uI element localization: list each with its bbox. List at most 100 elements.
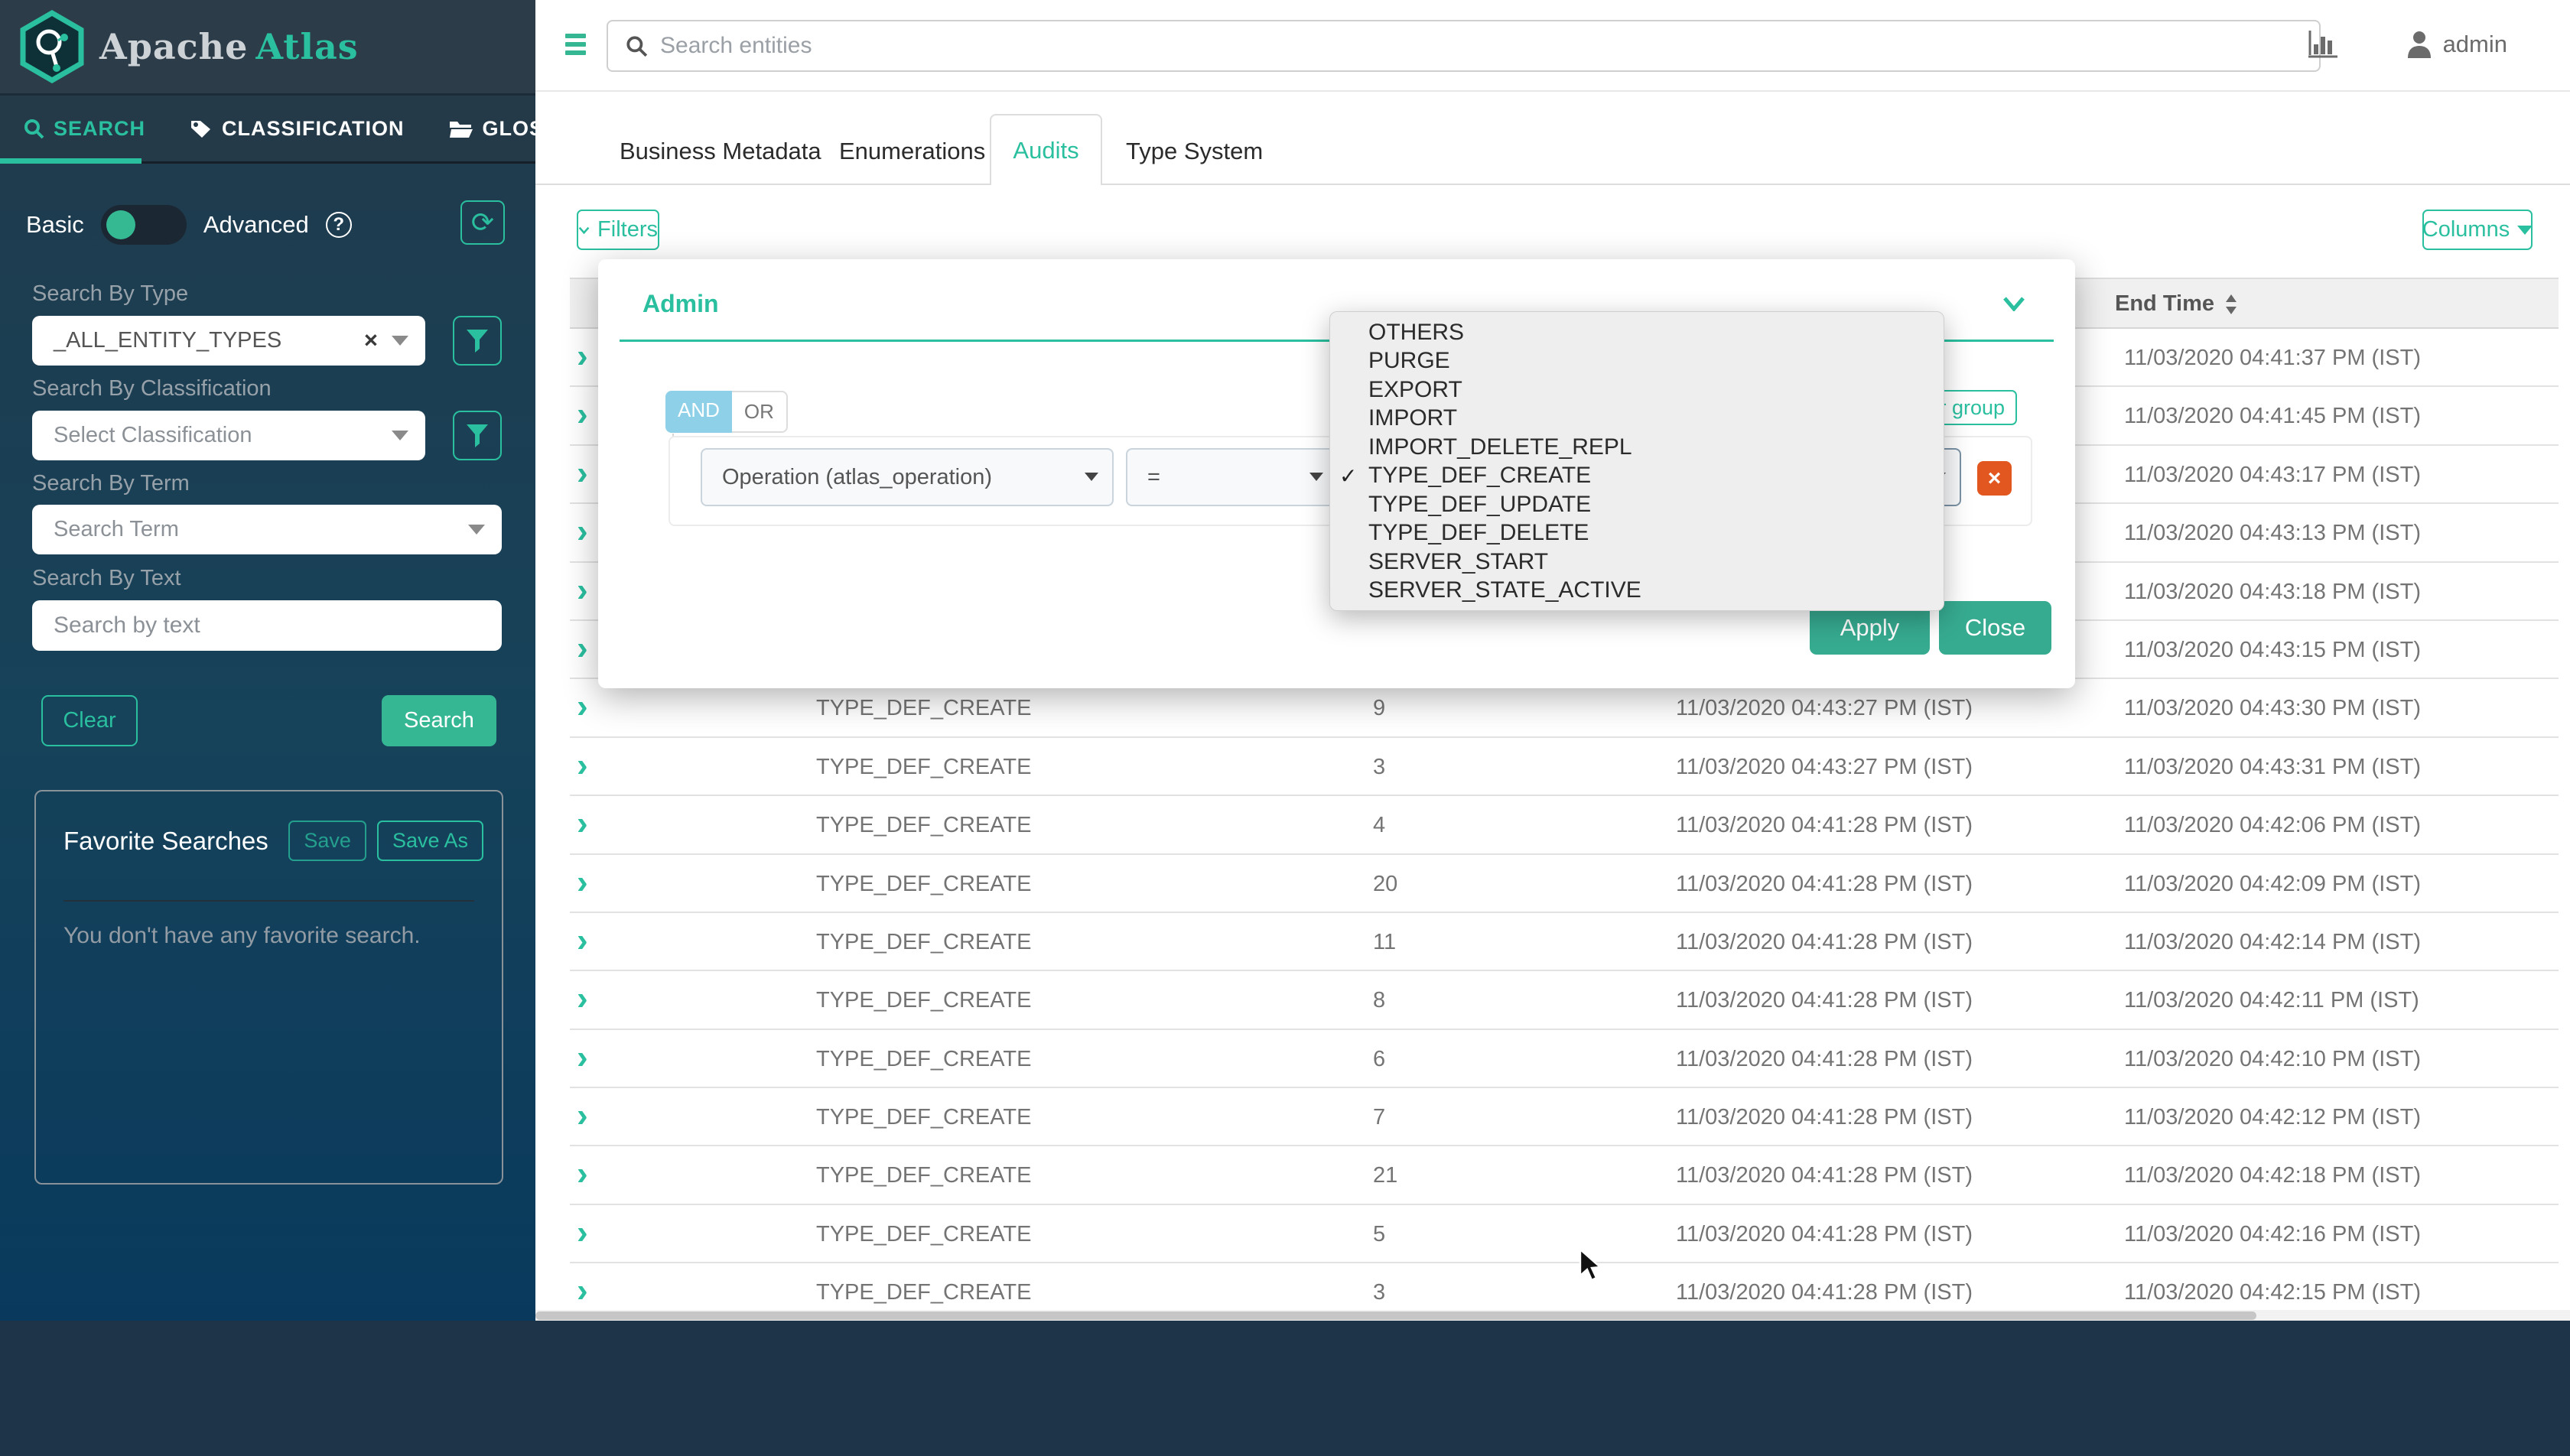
dropdown-option[interactable]: EXPORT	[1330, 375, 1944, 405]
table-row: › TYPE_DEF_CREATE 20 11/03/2020 04:41:28 PM…	[570, 854, 2559, 913]
table-row: › TYPE_DEF_CREATE 6 11/03/2020 04:41:28 PM …	[570, 1029, 2559, 1089]
expand-row-icon[interactable]: ›	[577, 398, 588, 431]
remove-filter-button[interactable]: ×	[1977, 461, 2012, 496]
sidebar-tab-glossary-label: GLOSSARY	[482, 116, 604, 140]
table-row: › TYPE_DEF_CREATE 8 11/03/2020 04:41:28 PM …	[570, 971, 2559, 1030]
search-by-type-select[interactable]: _ALL_ENTITY_TYPES ×	[32, 316, 425, 366]
logo-text: Apache Atlas	[99, 26, 359, 67]
expand-row-icon[interactable]: ›	[577, 631, 588, 665]
expand-row-icon[interactable]: ›	[577, 1215, 588, 1250]
dropdown-option[interactable]: IMPORT	[1330, 405, 1944, 434]
count-cell: 7	[1373, 1105, 1386, 1130]
search-icon	[24, 119, 44, 139]
scrollbar-thumb[interactable]	[535, 1311, 2256, 1320]
end-time-cell: 11/03/2020 04:42:15 PM (IST)	[2124, 1280, 2421, 1305]
user-icon	[2407, 31, 2431, 58]
classification-attribute-filter-button[interactable]	[453, 411, 502, 460]
operation-cell: TYPE_DEF_CREATE	[816, 1221, 1032, 1246]
operation-cell: TYPE_DEF_CREATE	[816, 754, 1032, 779]
tab-audits[interactable]: Audits	[990, 114, 1102, 185]
attribute-select-value: Operation (atlas_operation)	[722, 464, 993, 489]
dropdown-option[interactable]: TYPE_DEF_UPDATE	[1330, 490, 1944, 519]
expand-row-icon[interactable]: ›	[577, 690, 588, 723]
dropdown-option[interactable]: IMPORT_DELETE_REPL	[1330, 433, 1944, 462]
dropdown-option[interactable]: PURGE	[1330, 347, 1944, 376]
checkmark-icon: ✓	[1339, 463, 1358, 488]
dropdown-option[interactable]: SERVER_STATE_ACTIVE	[1330, 577, 1944, 606]
clear-type-icon[interactable]: ×	[364, 327, 378, 354]
basic-advanced-toggle[interactable]	[100, 205, 187, 245]
count-cell: 9	[1373, 696, 1386, 721]
dropdown-option[interactable]: TYPE_DEF_DELETE	[1330, 519, 1944, 548]
expand-row-icon[interactable]: ›	[577, 573, 588, 607]
search-mode-toggle-row: Basic Advanced ?	[26, 205, 352, 245]
tab-enumerations[interactable]: Enumerations	[839, 138, 985, 165]
end-time-cell: 11/03/2020 04:43:13 PM (IST)	[2124, 521, 2421, 546]
page-footer	[0, 1321, 2570, 1456]
expand-row-icon[interactable]: ›	[577, 748, 588, 782]
favorites-empty-text: You don't have any favorite search.	[63, 923, 421, 948]
save-button[interactable]: Save	[288, 821, 366, 861]
expand-row-icon[interactable]: ›	[577, 1157, 588, 1191]
operator-select[interactable]: =	[1126, 448, 1339, 506]
logo[interactable]: Apache Atlas	[0, 0, 535, 93]
triangle-down-icon	[2517, 225, 2533, 235]
start-time-cell: 11/03/2020 04:41:28 PM (IST)	[1676, 1163, 1973, 1188]
refresh-button[interactable]: ⟳	[460, 200, 505, 245]
operation-cell: TYPE_DEF_CREATE	[816, 1280, 1032, 1305]
dropdown-option[interactable]: SERVER_START	[1330, 548, 1944, 577]
close-button[interactable]: Close	[1939, 601, 2051, 655]
save-as-button[interactable]: Save As	[376, 821, 483, 861]
columns-button[interactable]: Columns	[2422, 210, 2533, 250]
or-button[interactable]: OR	[731, 391, 788, 433]
tab-business-metadata[interactable]: Business Metadata	[620, 138, 821, 165]
help-icon[interactable]: ?	[325, 212, 352, 238]
sidebar-tab-glossary[interactable]: GLOSSARY	[426, 96, 604, 161]
count-cell: 8	[1373, 988, 1386, 1013]
sidebar-tab-search[interactable]: SEARCH	[0, 96, 145, 164]
search-button[interactable]: Search	[382, 695, 496, 746]
end-time-cell: 11/03/2020 04:43:17 PM (IST)	[2124, 462, 2421, 487]
expand-row-icon[interactable]: ›	[577, 923, 588, 957]
app-root: Business Metadata Enumerations Audits Ty…	[0, 0, 2570, 1456]
end-time-cell: 11/03/2020 04:43:31 PM (IST)	[2124, 754, 2421, 779]
search-by-term-select[interactable]: Search Term	[32, 505, 502, 554]
sidebar-tab-classification[interactable]: CLASSIFICATION	[167, 96, 405, 161]
type-attribute-filter-button[interactable]	[453, 316, 502, 366]
search-by-classification-select[interactable]: Select Classification	[32, 411, 425, 460]
expand-row-icon[interactable]: ›	[577, 807, 588, 840]
end-time-cell: 11/03/2020 04:42:09 PM (IST)	[2124, 871, 2421, 896]
expand-row-icon[interactable]: ›	[577, 456, 588, 490]
end-time-cell: 11/03/2020 04:42:16 PM (IST)	[2124, 1221, 2421, 1246]
dropdown-option[interactable]: OTHERS	[1330, 318, 1944, 347]
attribute-select[interactable]: Operation (atlas_operation)	[701, 448, 1114, 506]
start-time-cell: 11/03/2020 04:43:27 PM (IST)	[1676, 696, 1973, 721]
funnel-icon	[467, 424, 488, 447]
end-time-column-header[interactable]: End Time	[2115, 291, 2237, 317]
start-time-cell: 11/03/2020 04:43:27 PM (IST)	[1676, 754, 1973, 779]
expand-row-icon[interactable]: ›	[577, 982, 588, 1016]
clear-button[interactable]: Clear	[41, 695, 138, 746]
collapse-chevron-icon[interactable]	[2002, 296, 2025, 315]
expand-row-icon[interactable]: ›	[577, 340, 588, 373]
search-by-text-input[interactable]: Search by text	[32, 600, 502, 651]
operation-cell: TYPE_DEF_CREATE	[816, 1046, 1032, 1071]
expand-row-icon[interactable]: ›	[577, 1099, 588, 1133]
filters-button[interactable]: Filters	[577, 210, 659, 250]
and-button[interactable]: AND	[665, 391, 732, 433]
expand-row-icon[interactable]: ›	[577, 515, 588, 548]
global-search-placeholder: Search entities	[660, 33, 812, 58]
user-menu[interactable]: admin	[2406, 31, 2507, 58]
funnel-icon	[467, 329, 488, 353]
expand-row-icon[interactable]: ›	[577, 1040, 588, 1074]
statistics-chart-icon[interactable]	[2308, 29, 2337, 60]
dropdown-option[interactable]: ✓ TYPE_DEF_CREATE	[1330, 462, 1944, 491]
horizontal-scrollbar[interactable]	[535, 1310, 2570, 1321]
table-row: › TYPE_DEF_CREATE 3 11/03/2020 04:43:27 PM …	[570, 737, 2559, 797]
end-time-cell: 11/03/2020 04:41:45 PM (IST)	[2124, 404, 2421, 429]
expand-row-icon[interactable]: ›	[577, 1274, 588, 1308]
tab-type-system[interactable]: Type System	[1126, 138, 1263, 165]
expand-row-icon[interactable]: ›	[577, 865, 588, 899]
hamburger-menu-icon[interactable]	[565, 34, 586, 59]
global-search-input[interactable]: Search entities	[607, 20, 2321, 72]
